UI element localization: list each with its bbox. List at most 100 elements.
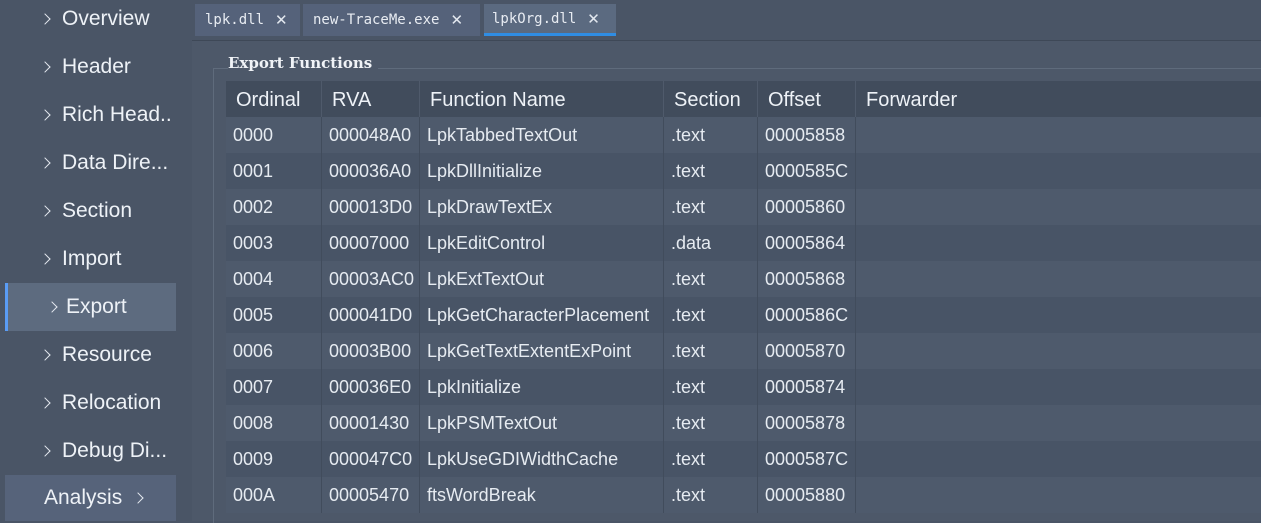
sidebar-item-overview[interactable]: Overview <box>5 0 176 43</box>
rva-cell: 00007000 <box>322 225 420 261</box>
column-header-function-name[interactable]: Function Name <box>420 81 664 117</box>
chevron-right-icon <box>132 492 144 504</box>
sidebar-item-section[interactable]: Section <box>5 187 176 235</box>
offset-cell: 00005868 <box>758 261 856 297</box>
sidebar-item-export[interactable]: Export <box>5 283 176 331</box>
offset-cell: 0000585C <box>758 153 856 189</box>
function-name-cell: LpkExtTextOut <box>420 261 664 297</box>
forwarder-cell <box>856 225 1261 261</box>
table-row[interactable]: 0005 000041D0 LpkGetCharacterPlacement .tex… <box>226 297 1261 333</box>
tab-new-traceme-exe[interactable]: new-TraceMe.exe ✕ <box>303 4 480 36</box>
analysis-label: Analysis <box>44 486 123 509</box>
sidebar-item-label: Resource <box>62 343 152 366</box>
section-cell: .text <box>664 369 758 405</box>
section-cell: .text <box>664 405 758 441</box>
offset-cell: 00005870 <box>758 333 856 369</box>
tab-bar: lpk.dll ✕ new-TraceMe.exe ✕ lpkOrg.dll ✕ <box>192 0 1261 41</box>
sidebar-item-debug-directory[interactable]: Debug Di... <box>5 427 176 475</box>
forwarder-cell <box>856 477 1261 513</box>
sidebar-item-import[interactable]: Import <box>5 235 176 283</box>
sidebar-item-label: Overview <box>62 7 150 30</box>
section-cell: .text <box>664 333 758 369</box>
rva-cell: 000036A0 <box>322 153 420 189</box>
section-cell: .text <box>664 477 758 513</box>
tab-label: lpk.dll <box>205 12 265 28</box>
forwarder-cell <box>856 261 1261 297</box>
sidebar-item-resource[interactable]: Resource <box>5 331 176 379</box>
tab-lpkorg-dll[interactable]: lpkOrg.dll ✕ <box>484 4 616 36</box>
chevron-right-icon <box>39 13 51 25</box>
chevron-right-icon <box>39 61 51 73</box>
offset-cell: 00005860 <box>758 189 856 225</box>
function-name-cell: LpkEditControl <box>420 225 664 261</box>
function-name-cell: LpkGetTextExtentExPoint <box>420 333 664 369</box>
function-name-cell: LpkPSMTextOut <box>420 405 664 441</box>
forwarder-cell <box>856 297 1261 333</box>
close-icon[interactable]: ✕ <box>587 10 600 28</box>
ordinal-cell: 0000 <box>226 117 322 153</box>
column-header-ordinal[interactable]: Ordinal <box>226 81 322 117</box>
sidebar-item-relocation[interactable]: Relocation <box>5 379 176 427</box>
function-name-cell: LpkTabbedTextOut <box>420 117 664 153</box>
table-row[interactable]: 0007 000036E0 LpkInitialize .text 00005874 <box>226 369 1261 405</box>
column-header-offset[interactable]: Offset <box>758 81 856 117</box>
chevron-right-icon <box>39 397 51 409</box>
sidebar-item-label: Header <box>62 55 131 78</box>
close-icon[interactable]: ✕ <box>450 11 463 29</box>
table-row[interactable]: 0000 000048A0 LpkTabbedTextOut .text 0000585… <box>226 117 1261 153</box>
ordinal-cell: 0004 <box>226 261 322 297</box>
column-header-forwarder[interactable]: Forwarder <box>856 81 1261 117</box>
table-header: Ordinal RVA Function Name Section Offset… <box>226 81 1261 117</box>
table-row[interactable]: 0002 000013D0 LpkDrawTextEx .text 00005860 <box>226 189 1261 225</box>
tab-lpk-dll[interactable]: lpk.dll ✕ <box>195 4 300 36</box>
rva-cell: 000036E0 <box>322 369 420 405</box>
rva-cell: 000047C0 <box>322 441 420 477</box>
forwarder-cell <box>856 153 1261 189</box>
function-name-cell: LpkUseGDIWidthCache <box>420 441 664 477</box>
ordinal-cell: 000A <box>226 477 322 513</box>
forwarder-cell <box>856 405 1261 441</box>
section-cell: .data <box>664 225 758 261</box>
export-table[interactable]: Ordinal RVA Function Name Section Offset… <box>226 81 1261 513</box>
column-header-section[interactable]: Section <box>664 81 758 117</box>
offset-cell: 00005858 <box>758 117 856 153</box>
section-cell: .text <box>664 261 758 297</box>
rva-cell: 00003B00 <box>322 333 420 369</box>
ordinal-cell: 0006 <box>226 333 322 369</box>
rva-cell: 000041D0 <box>322 297 420 333</box>
chevron-right-icon <box>39 349 51 361</box>
sidebar: Overview Header Rich Head.. Data Dire...… <box>0 0 192 521</box>
section-cell: .text <box>664 189 758 225</box>
ordinal-cell: 0001 <box>226 153 322 189</box>
chevron-right-icon <box>39 445 51 457</box>
rva-cell: 000048A0 <box>322 117 420 153</box>
table-row[interactable]: 0004 00003AC0 LpkExtTextOut .text 00005868 <box>226 261 1261 297</box>
sidebar-item-label: Data Dire... <box>62 151 169 174</box>
sidebar-item-label: Rich Head.. <box>62 103 172 126</box>
column-header-rva[interactable]: RVA <box>322 81 420 117</box>
chevron-right-icon <box>39 205 51 217</box>
table-row[interactable]: 0009 000047C0 LpkUseGDIWidthCache .text 0000… <box>226 441 1261 477</box>
analysis-button[interactable]: Analysis <box>5 475 176 521</box>
function-name-cell: ftsWordBreak <box>420 477 664 513</box>
section-cell: .text <box>664 153 758 189</box>
tab-label: lpkOrg.dll <box>492 10 577 27</box>
chevron-right-icon <box>39 157 51 169</box>
sidebar-item-rich-header[interactable]: Rich Head.. <box>5 91 176 139</box>
ordinal-cell: 0008 <box>226 405 322 441</box>
table-row[interactable]: 0003 00007000 LpkEditControl .data 00005864 <box>226 225 1261 261</box>
rva-cell: 00005470 <box>322 477 420 513</box>
table-row[interactable]: 0006 00003B00 LpkGetTextExtentExPoint .text… <box>226 333 1261 369</box>
close-icon[interactable]: ✕ <box>275 11 288 29</box>
table-row[interactable]: 000A 00005470 ftsWordBreak .text 00005880 <box>226 477 1261 513</box>
table-row[interactable]: 0001 000036A0 LpkDllInitialize .text 0000585… <box>226 153 1261 189</box>
section-cell: .text <box>664 117 758 153</box>
sidebar-item-label: Import <box>62 247 122 270</box>
function-name-cell: LpkInitialize <box>420 369 664 405</box>
rva-cell: 00003AC0 <box>322 261 420 297</box>
table-row[interactable]: 0008 00001430 LpkPSMTextOut .text 00005878 <box>226 405 1261 441</box>
section-cell: .text <box>664 297 758 333</box>
sidebar-item-header[interactable]: Header <box>5 43 176 91</box>
ordinal-cell: 0005 <box>226 297 322 333</box>
sidebar-item-data-directories[interactable]: Data Dire... <box>5 139 176 187</box>
